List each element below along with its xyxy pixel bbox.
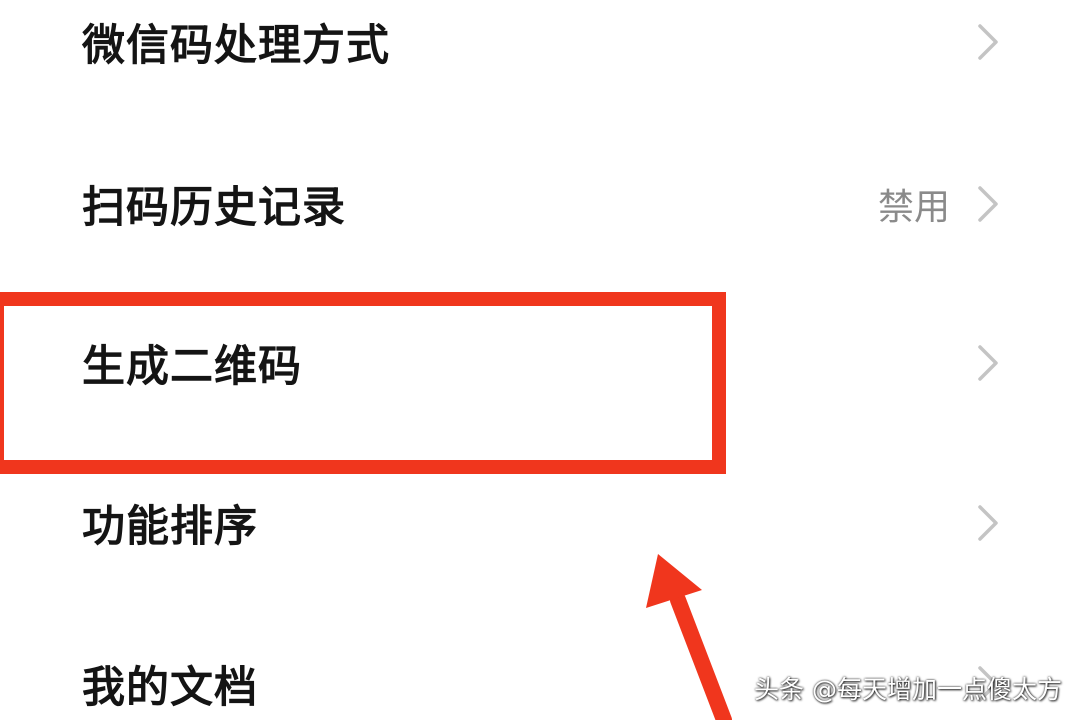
row-label: 生成二维码 <box>82 342 302 392</box>
row-label: 扫码历史记录 <box>82 183 346 233</box>
watermark: 头条 @每天增加一点傻太方 <box>754 675 1062 704</box>
row-label: 功能排序 <box>82 502 258 552</box>
row-label: 微信码处理方式 <box>82 21 390 71</box>
row-status-value: 禁用 <box>877 187 950 228</box>
settings-row-generate-qr-code[interactable]: 生成二维码 <box>0 313 1080 413</box>
settings-row-wechat-code-handling[interactable]: 微信码处理方式 <box>0 0 1080 92</box>
settings-screen: 微信码处理方式 扫码历史记录 禁用 生成二维码 功能排序 我的文档 头条 @每天 <box>0 0 1080 720</box>
chevron-right-icon <box>972 182 1004 226</box>
chevron-right-icon <box>972 20 1004 64</box>
chevron-right-icon <box>972 341 1004 385</box>
settings-row-scan-history[interactable]: 扫码历史记录 禁用 <box>0 154 1080 254</box>
chevron-right-icon <box>972 501 1004 545</box>
row-label: 我的文档 <box>82 663 258 713</box>
settings-row-feature-order[interactable]: 功能排序 <box>0 473 1080 573</box>
